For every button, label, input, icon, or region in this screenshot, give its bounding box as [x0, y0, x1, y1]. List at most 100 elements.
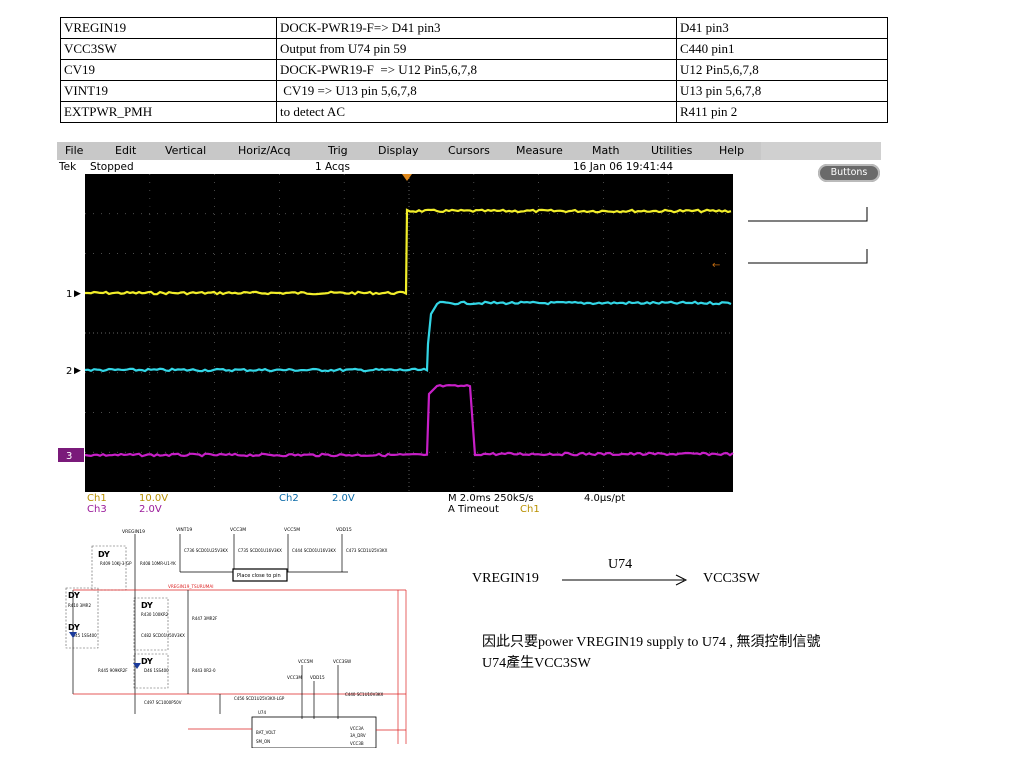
ch2-label: VCC3SW [100, 352, 144, 363]
cap-c735: C735 SCD01U16V3KX [238, 548, 282, 553]
trigger-mode: A Timeout [448, 504, 499, 515]
part-r443: R443 0R2-0 [192, 668, 216, 673]
bracket-line-upper [748, 207, 868, 222]
dy-label-2: DY [68, 591, 80, 600]
dy-label-4: DY [141, 601, 153, 610]
menu-edit[interactable]: Edit [115, 144, 136, 157]
dy-label-5: DY [141, 657, 153, 666]
flow-arrow-icon [562, 574, 688, 586]
ch1-ground-marker: 1 [66, 289, 72, 300]
scope-datetime: 16 Jan 06 19:41:44 [573, 161, 674, 173]
menu-help[interactable]: Help [719, 144, 744, 157]
per-point-readout: 4.0μs/pt [584, 493, 626, 504]
trigger-level-arrow-icon: ← [712, 260, 720, 271]
explanation-line-2: U74產生VCC3SW [482, 656, 591, 671]
part-d46: D46 1SS400 [144, 668, 169, 673]
signal-name-cell: VREGIN19 [60, 17, 277, 39]
menu-cursors[interactable]: Cursors [448, 144, 490, 157]
timebase-readout: M 2.0ms 250kS/s [448, 493, 534, 504]
probe-pin-cell: U12 Pin5,6,7,8 [676, 59, 888, 81]
menu-trig[interactable]: Trig [328, 144, 348, 157]
net-vcc5m-top: VCC5M [284, 527, 300, 533]
ch2-name: Ch2 [279, 493, 299, 504]
net-vdd15-top: VDD15 [336, 527, 352, 533]
part-r445: R445 909KR2F [98, 668, 128, 673]
net-vregin19-tsurumai: VREGIN19_TSURUMAI [168, 584, 213, 589]
ch3-scale: 2.0V [139, 504, 162, 515]
part-c440: C440 SC1U10V3KX [345, 692, 383, 697]
dy-label-1: DY [98, 550, 110, 559]
ch3-ground-marker: 3 [66, 451, 72, 462]
signal-name-cell: VINT19 [60, 80, 277, 102]
menu-math[interactable]: Math [592, 144, 620, 157]
ch2-ground-arrow-icon: ▶ [74, 366, 81, 376]
ch1-name: Ch1 [87, 493, 107, 504]
ch3-label: EXTPWR-PMH [105, 428, 172, 439]
flow-via-label: U74 [608, 557, 633, 572]
signal-row: VCC3SW Output from U74 pin 59 C440 pin1 [60, 38, 888, 60]
flow-target-label: VCC3SW [703, 571, 760, 586]
net-vcc5m-low: VCC5M [298, 659, 313, 664]
pin-vcc3a: VCC3A [350, 726, 364, 731]
ch2-ground-marker: 2 [66, 366, 72, 377]
part-c456: C456 SCD1U25V3KX-LGP [234, 696, 285, 701]
scope-menubar: File Edit Vertical Horiz/Acq Trig Displa… [57, 142, 881, 160]
probe-pin-cell: U13 pin 5,6,7,8 [676, 80, 888, 102]
menu-file[interactable]: File [65, 144, 83, 157]
net-vdd15-low: VDD15 [310, 675, 325, 680]
net-vcc3m-low: VCC3M [287, 675, 302, 680]
signal-name-cell: CV19 [60, 59, 277, 81]
scope-status-line: Tek Stopped 1 Acqs 16 Jan 06 19:41:44 [57, 160, 881, 174]
signal-row: VREGIN19 DOCK-PWR19-F=> D41 pin3 D41 pin3 [60, 17, 888, 39]
net-vint19: VINT19 [176, 527, 192, 533]
explanation-line-1: 因此只要power VREGIN19 supply to U74 , 無須控制信… [482, 635, 821, 650]
signal-path-cell: Output from U74 pin 59 [276, 38, 677, 60]
part-r430: R430 100KR2 [141, 612, 169, 617]
pin-bat-volt: BAT_VOLT [256, 730, 276, 735]
part-u74: U74 [258, 710, 266, 715]
menu-horiz-acq[interactable]: Horiz/Acq [238, 144, 290, 157]
menu-display[interactable]: Display [378, 144, 419, 157]
menubar-filler [761, 142, 881, 160]
flow-source-label: VREGIN19 [472, 571, 539, 586]
waveform-display: VREGIN19 VCC3SW EXTPWR-PMH 1 ▶ 2 ▶ 3 ← [58, 174, 868, 492]
signal-row: VINT19 CV19 => U13 pin 5,6,7,8 U13 pin 5,… [60, 80, 888, 102]
part-r409: R409 10KJ-3-GP [100, 561, 132, 566]
part-c482: C482 SCD01U50V3KX [141, 633, 185, 638]
cap-c473: C473 SCD1U25V3KX [346, 548, 388, 553]
acq-state: Stopped [90, 161, 134, 173]
probe-pin-cell: C440 pin1 [676, 38, 888, 60]
part-c497: C497 SC1000P50V [144, 700, 182, 705]
pin-3a-drv: 3A_DRV [350, 733, 366, 738]
pin-sm-on: SM_ON [256, 739, 270, 744]
menu-measure[interactable]: Measure [516, 144, 563, 157]
oscilloscope-window: File Edit Vertical Horiz/Acq Trig Displa… [57, 142, 881, 515]
cap-c444: C444 SCD01U16V3KX [292, 548, 336, 553]
scope-readout-bar: Ch1 10.0V Ch3 2.0V Ch2 2.0V M 2.0ms 250k… [57, 492, 881, 516]
ch2-scale: 2.0V [332, 493, 355, 504]
dy-label-3: DY [68, 623, 80, 632]
signal-path-cell: CV19 => U13 pin 5,6,7,8 [276, 80, 677, 102]
signal-name-cell: EXTPWR_PMH [60, 101, 277, 123]
signal-path-cell: DOCK-PWR19-F => U12 Pin5,6,7,8 [276, 59, 677, 81]
bracket-line-lower [748, 249, 868, 264]
net-vcc3sw-low: VCC3SW [333, 659, 351, 664]
signal-row: EXTPWR_PMH to detect AC R411 pin 2 [60, 101, 888, 123]
probe-pin-cell: R411 pin 2 [676, 101, 888, 123]
cap-c736: C736 SCD01U25V3KX [184, 548, 228, 553]
signal-row: CV19 DOCK-PWR19-F => U12 Pin5,6,7,8 U12 Pi… [60, 59, 888, 81]
scope-brand: Tek [59, 161, 77, 173]
net-vcc3m-top: VCC3M [230, 527, 246, 533]
ch1-ground-arrow-icon: ▶ [74, 289, 81, 299]
placement-note: Place close to pin [237, 573, 281, 579]
menu-utilities[interactable]: Utilities [651, 144, 692, 157]
menu-vertical[interactable]: Vertical [165, 144, 206, 157]
signal-path-cell: DOCK-PWR19-F=> D41 pin3 [276, 17, 677, 39]
signal-name-cell: VCC3SW [60, 38, 277, 60]
part-r410: R410 3MR2 [68, 603, 91, 608]
ch3-name: Ch3 [87, 504, 107, 515]
schematic-excerpt: VREGIN19 VINT19 VCC3M VCC5M VDD15 C736 S… [65, 527, 407, 748]
probe-pin-cell: D41 pin3 [676, 17, 888, 39]
net-vregin19: VREGIN19 [122, 529, 145, 535]
acq-count: 1 Acqs [315, 161, 350, 173]
